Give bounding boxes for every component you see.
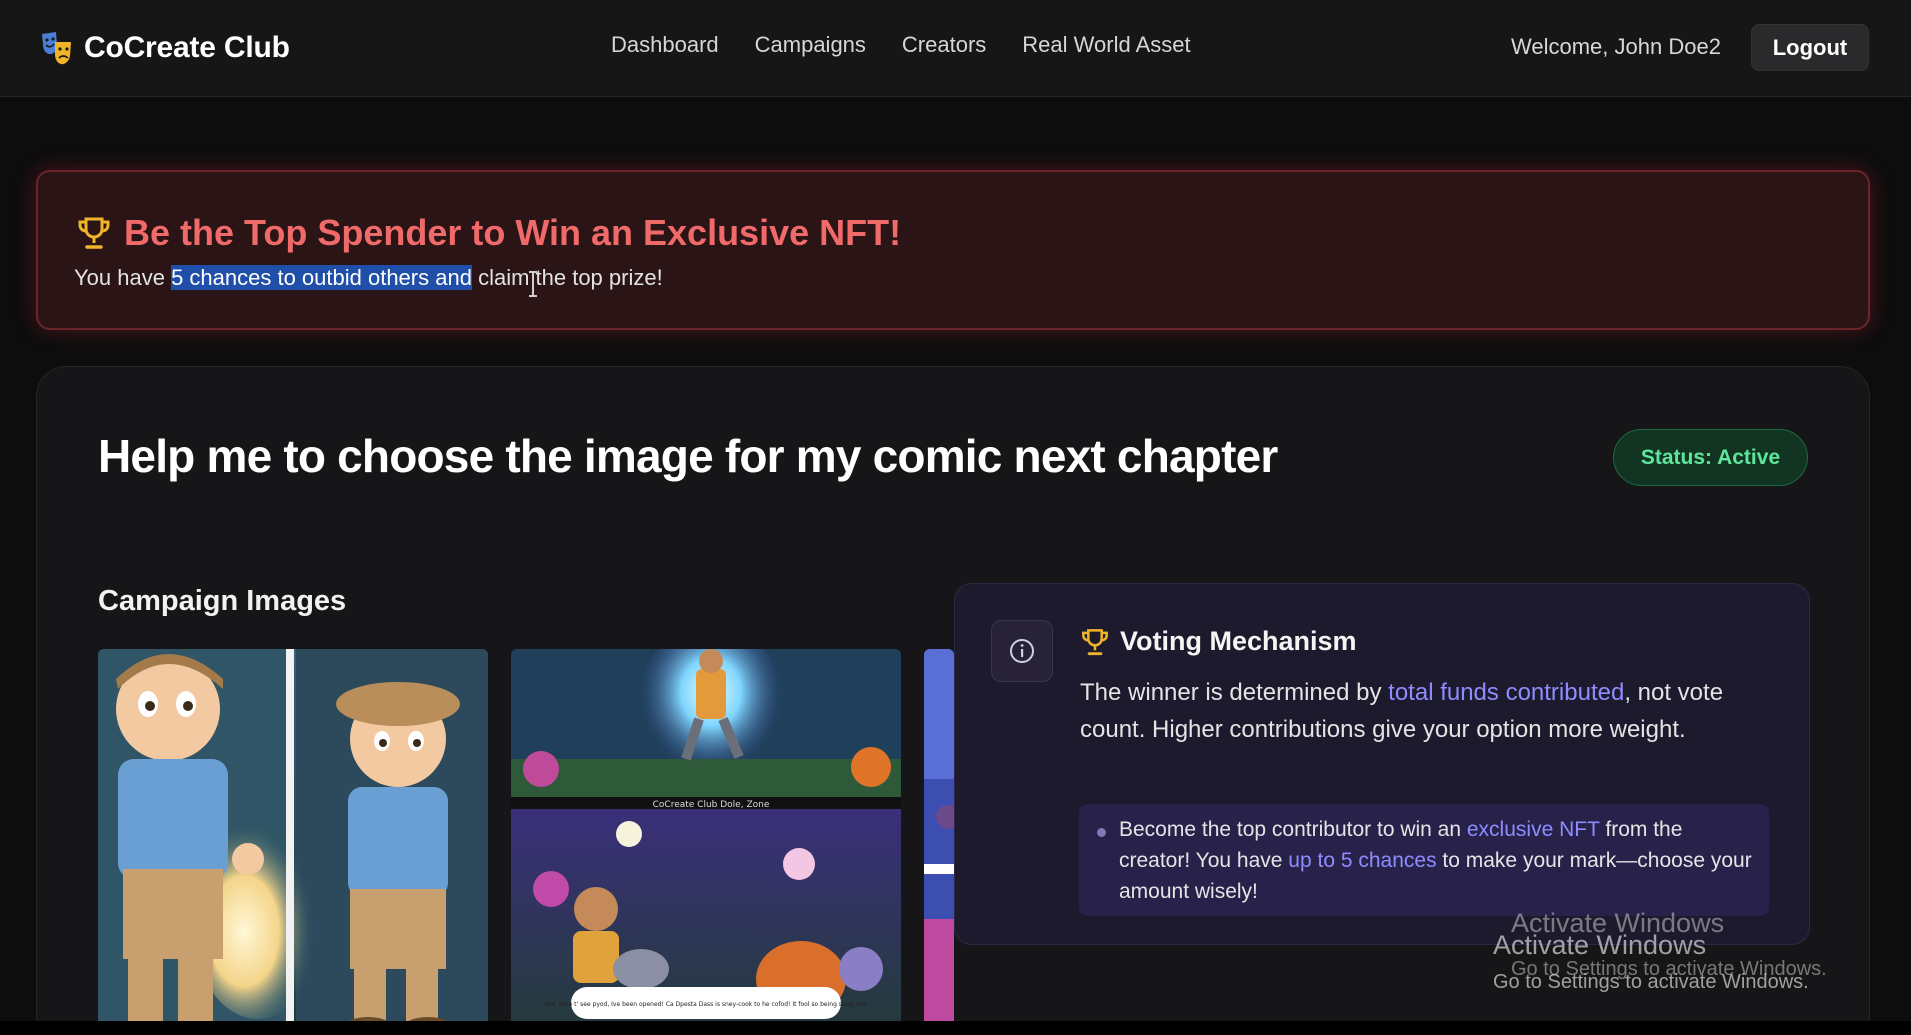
brand[interactable]: CoCreate Club	[40, 28, 290, 68]
main-nav: Dashboard Campaigns Creators Real World …	[611, 32, 1227, 58]
brand-name: CoCreate Club	[84, 31, 290, 64]
campaign-image-3[interactable]	[924, 649, 954, 1033]
campaign-title: Help me to choose the image for my comic…	[98, 430, 1278, 482]
top-spender-banner: Be the Top Spender to Win an Exclusive N…	[36, 170, 1870, 330]
comic-panel-partial	[924, 649, 954, 1033]
banner-subtitle-post: claim the top prize!	[471, 265, 663, 290]
voting-description: The winner is determined by total funds …	[1080, 674, 1770, 748]
banner-subtitle: You have 5 chances to outbid others and …	[74, 265, 663, 291]
welcome-text: Welcome, John Doe2	[1511, 34, 1721, 59]
campaign-images-heading: Campaign Images	[98, 585, 347, 617]
callout-highlight-nft: exclusive NFT	[1466, 818, 1600, 841]
info-icon	[1010, 639, 1034, 663]
status-badge: Status: Active	[1613, 429, 1808, 486]
screen-bottom-edge	[0, 1021, 1911, 1035]
voting-heading: Voting Mechanism	[1080, 626, 1357, 657]
bullet-dot	[1097, 828, 1106, 837]
trophy-icon	[78, 217, 110, 249]
nav-dashboard[interactable]: Dashboard	[611, 32, 719, 58]
voting-desc-highlight: total funds contributed	[1388, 679, 1625, 706]
text-cursor-icon	[529, 271, 537, 297]
banner-subtitle-selected: 5 chances to outbid others and	[171, 265, 472, 290]
callout-pre: Become the top contributor to win an	[1119, 818, 1467, 841]
banner-subtitle-pre: You have	[74, 265, 172, 290]
windows-watermark-sub-b: Go to Settings to activate Windows.	[1493, 971, 1809, 993]
top-nav-bar: CoCreate Club Dashboard Campaigns Creato…	[0, 0, 1911, 97]
voting-mechanism-panel: Voting Mechanism The winner is determine…	[954, 583, 1810, 945]
theater-masks-icon	[42, 32, 71, 65]
thumb2-caption-top: CoCreate Club Dole, Zone	[653, 800, 770, 810]
voting-title: Voting Mechanism	[1120, 626, 1357, 656]
windows-watermark-title-b: Activate Windows	[1493, 930, 1707, 960]
comic-panel-portal-night: CoCreate Club Dole, Zone Wat vose t' see…	[511, 649, 901, 1033]
banner-heading: Be the Top Spender to Win an Exclusive N…	[76, 212, 901, 254]
app-window: CoCreate Club Dashboard Campaigns Creato…	[0, 0, 1911, 1035]
nav-campaigns[interactable]: Campaigns	[755, 32, 866, 58]
campaign-image-2[interactable]: CoCreate Club Dole, Zone Wat vose t' see…	[511, 649, 901, 1033]
comic-panel-boy-portal	[98, 649, 488, 1033]
campaign-image-1[interactable]	[98, 649, 488, 1033]
thumb2-caption-bottom: Wat vose t' see pyod, Ive been opened! C…	[545, 1001, 868, 1008]
nav-creators[interactable]: Creators	[902, 32, 986, 58]
voting-desc-pre: The winner is determined by	[1080, 679, 1389, 706]
top-contributor-callout: Become the top contributor to win an exc…	[1079, 804, 1769, 916]
callout-text: Become the top contributor to win an exc…	[1119, 814, 1759, 907]
banner-title: Be the Top Spender to Win an Exclusive N…	[124, 212, 902, 253]
nav-real-world-asset[interactable]: Real World Asset	[1022, 32, 1190, 58]
callout-highlight-chances: up to 5 chances	[1288, 849, 1437, 872]
info-button[interactable]	[991, 620, 1053, 682]
logout-button[interactable]: Logout	[1751, 24, 1869, 71]
trophy-icon	[1082, 628, 1108, 655]
